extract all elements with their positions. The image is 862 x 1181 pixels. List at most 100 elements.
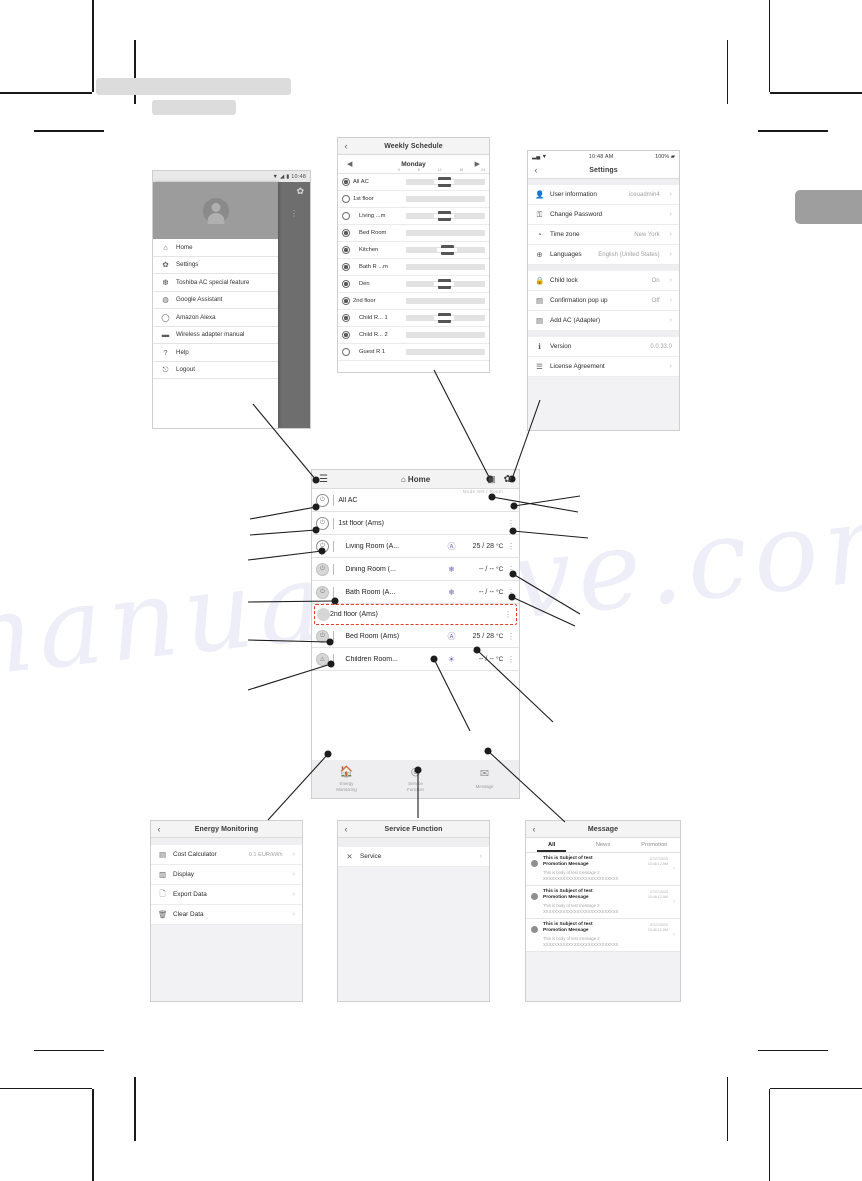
ac-row[interactable]: ⏻ Bed Room (Ams) Ⓐ 25 / 28 °C ⋮ [312, 625, 519, 648]
schedule-track[interactable] [406, 196, 485, 202]
settings-row[interactable]: ⊕ Languages English (United States) › [528, 245, 679, 265]
power-button[interactable]: ⏻ [316, 562, 329, 576]
settings-row[interactable]: ▤ Add AC (Adapter) › [528, 311, 679, 331]
settings-row[interactable]: ☰ License Agreement › [528, 357, 679, 377]
schedule-row[interactable]: Living ...m [338, 208, 489, 225]
menu-item-wireless-adapter-manual[interactable]: ▬ Wireless adapter manual [153, 327, 278, 344]
schedule-row[interactable]: Guest R 1 [338, 344, 489, 361]
kebab-icon[interactable]: ⋮ [504, 610, 512, 619]
power-toggle-icon[interactable] [342, 297, 350, 305]
schedule-track[interactable] [406, 177, 485, 187]
schedule-track[interactable] [406, 230, 485, 236]
power-toggle-icon[interactable] [342, 195, 350, 203]
ac-row[interactable]: ⏻ 1st floor (Ams) ⋮ [312, 512, 519, 535]
energy-row[interactable]: ▥ Display › [151, 865, 302, 885]
power-toggle-icon[interactable] [342, 263, 350, 271]
schedule-block[interactable] [434, 313, 455, 323]
schedule-track[interactable] [406, 349, 485, 355]
power-button[interactable]: ⏻ [316, 585, 329, 599]
ac-row[interactable]: ⚠ Children Room... ☀ -- / -- °C ⋮ [312, 648, 519, 671]
schedule-row[interactable]: Den [338, 276, 489, 293]
power-toggle-icon[interactable] [342, 178, 350, 186]
energy-row[interactable]: 🗑 Clear Data › [151, 905, 302, 925]
settings-row[interactable]: 🔒 Child lock On › [528, 271, 679, 291]
ac-row[interactable]: ⏻ Bath Room (A... ❄ -- / -- °C ⋮ [312, 581, 519, 604]
kebab-icon[interactable]: ⋮ [507, 632, 515, 641]
schedule-block[interactable] [434, 177, 455, 187]
schedule-block[interactable] [434, 211, 455, 221]
schedule-row[interactable]: Kitchen [338, 242, 489, 259]
message-list-item[interactable]: This is Subject of test Promotion Messag… [526, 885, 680, 919]
schedule-track[interactable] [406, 279, 485, 289]
schedule-track[interactable] [406, 245, 485, 255]
triangle-left-icon[interactable]: ◀ [347, 160, 352, 168]
schedule-track[interactable] [406, 313, 485, 323]
kebab-icon[interactable]: ⋮ [290, 209, 298, 218]
power-button[interactable]: ⏻ [316, 629, 329, 643]
message-list-item[interactable]: This is Subject of test Promotion Messag… [526, 918, 680, 952]
kebab-icon[interactable]: ⋮ [507, 519, 515, 528]
settings-row[interactable]: ℹ Version 0.0.33.0 [528, 337, 679, 357]
power-toggle-icon[interactable] [342, 314, 350, 322]
kebab-icon[interactable]: ⋮ [507, 542, 515, 551]
schedule-row[interactable]: Bed Room [338, 225, 489, 242]
menu-item-google-assistant[interactable]: ◍ Google Assistant [153, 292, 278, 309]
ac-row[interactable]: ⏻ Dining Room (... ❄ -- / -- °C ⋮ [312, 558, 519, 581]
settings-row[interactable]: 👤 User information iceuadmin4 › [528, 185, 679, 205]
message-list-item[interactable]: This is Subject of test Promotion Messag… [526, 853, 680, 886]
power-toggle-icon[interactable] [342, 246, 350, 254]
power-toggle-icon[interactable] [342, 348, 350, 356]
tab-energy-monitoring[interactable]: 🏠 Energy Monitoring [312, 760, 381, 798]
schedule-row[interactable]: Bath R ...m [338, 259, 489, 276]
schedule-row[interactable]: 1st floor [338, 191, 489, 208]
gear-icon[interactable]: ✿ [296, 186, 304, 197]
tab-message[interactable]: ✉ Message [450, 760, 519, 798]
tab-promotion[interactable]: Promotion [629, 838, 680, 852]
schedule-row[interactable]: All AC [338, 174, 489, 191]
schedule-block[interactable] [434, 279, 455, 289]
schedule-track[interactable] [406, 332, 485, 338]
power-toggle-icon[interactable] [342, 331, 350, 339]
schedule-block[interactable] [437, 245, 458, 255]
menu-item-amazon-alexa[interactable]: ◯ Amazon Alexa [153, 309, 278, 327]
power-toggle-icon[interactable] [342, 229, 350, 237]
crop-mark [770, 92, 862, 94]
camera-scene-icon[interactable]: ▣ [487, 474, 496, 485]
menu-item-settings[interactable]: ✿ Settings [153, 257, 278, 274]
gear-icon[interactable]: ✿ [504, 474, 512, 485]
menu-item-help[interactable]: ? Help [153, 344, 278, 362]
tab-news[interactable]: News [577, 838, 628, 852]
tab-service-function[interactable]: ◎ Service Function [381, 760, 450, 798]
power-button[interactable]: ⏻ [316, 516, 329, 530]
settings-row[interactable]: ▤ Confirmation pop up Off › [528, 291, 679, 311]
menu-item-label: Toshiba AC special feature [176, 278, 250, 286]
power-button[interactable]: ⏻ [316, 539, 329, 553]
energy-row[interactable]: 🗋 Export Data › [151, 885, 302, 905]
power-button[interactable] [317, 608, 330, 621]
settings-row[interactable]: ⚿ Change Password › [528, 205, 679, 225]
schedule-row[interactable]: Child R... 1 [338, 310, 489, 327]
power-button[interactable]: ⚠ [316, 652, 329, 666]
power-button[interactable]: ⏻ [316, 493, 329, 507]
schedule-row[interactable]: Child R... 2 [338, 327, 489, 344]
menu-item-logout[interactable]: ⎋ Logout [153, 362, 278, 379]
kebab-icon[interactable]: ⋮ [507, 655, 515, 664]
menu-item-special-feature[interactable]: ❆ Toshiba AC special feature [153, 274, 278, 292]
settings-row[interactable]: ◔ Time zone New York › [528, 225, 679, 245]
menu-item-home[interactable]: ⌂ Home [153, 239, 278, 257]
energy-row[interactable]: ▤ Cost Calculator 0.1 EUR/kWh › [151, 845, 302, 865]
schedule-track[interactable] [406, 264, 485, 270]
ac-row[interactable]: ⏻ All AC [312, 489, 519, 512]
schedule-row[interactable]: 2nd floor [338, 293, 489, 310]
kebab-icon[interactable]: ⋮ [507, 588, 515, 597]
ac-row[interactable]: ⏻ Living Room (A... Ⓐ 25 / 28 °C ⋮ [312, 535, 519, 558]
kebab-icon[interactable]: ⋮ [507, 565, 515, 574]
power-toggle-icon[interactable] [342, 212, 350, 220]
schedule-track[interactable] [406, 298, 485, 304]
schedule-track[interactable] [406, 211, 485, 221]
ac-row[interactable]: 2nd floor (Ams) ⋮ [314, 604, 517, 625]
power-toggle-icon[interactable] [342, 280, 350, 288]
tab-all[interactable]: All [526, 838, 577, 852]
service-row[interactable]: ✕ Service › [338, 847, 489, 867]
triangle-right-icon[interactable]: ▶ [475, 160, 480, 168]
